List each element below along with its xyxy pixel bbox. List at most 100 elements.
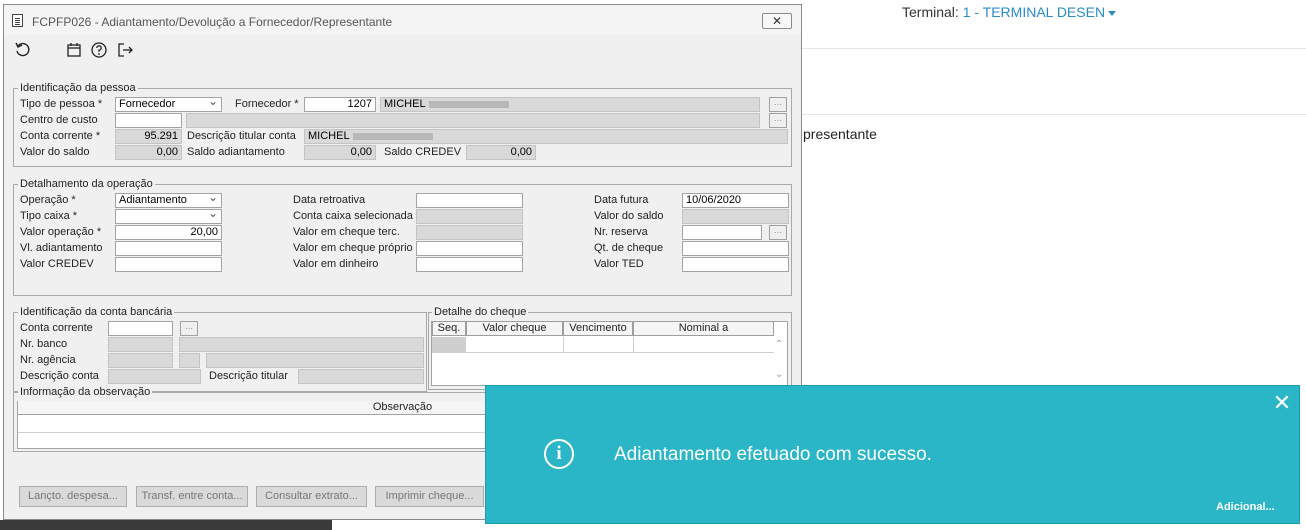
dinheiro-label: Valor em dinheiro <box>293 258 379 270</box>
fornecedor-label: Fornecedor * <box>235 98 299 110</box>
cheque-proprio-input[interactable] <box>416 241 523 256</box>
column-header[interactable]: Vencimento <box>563 321 633 336</box>
lookup-centro-custo-button[interactable]: ··· <box>769 113 787 128</box>
conta-caixa-field <box>416 209 523 224</box>
scroll-up-icon[interactable]: ⌃ <box>775 339 783 350</box>
operacao-select[interactable]: Adiantamento <box>115 193 222 208</box>
valor-operacao-input[interactable]: 20,00 <box>115 225 222 240</box>
cb-desc-titular-label: Descrição titular <box>209 370 288 382</box>
centro-custo-desc-field <box>186 113 760 128</box>
valor-saldo-label: Valor do saldo <box>20 146 90 158</box>
scroll-down-icon[interactable]: ⌄ <box>775 369 783 380</box>
terminal-selector[interactable]: Terminal: 1 - TERMINAL DESEN <box>902 4 1117 20</box>
saldo-credev-label: Saldo CREDEV <box>384 146 462 158</box>
agencia-dv-field <box>179 353 200 368</box>
tipo-caixa-select[interactable] <box>115 209 222 224</box>
valor-operacao-label: Valor operação * <box>20 226 102 238</box>
nr-banco-field <box>108 337 173 352</box>
document-icon <box>12 14 23 27</box>
toast-message: Adiantamento efetuado com sucesso. <box>614 444 932 465</box>
valor-ted-label: Valor TED <box>594 258 644 270</box>
exit-icon[interactable] <box>116 41 134 59</box>
banco-nome-field <box>179 337 424 352</box>
fornecedor-code-input[interactable]: 1207 <box>304 97 376 112</box>
data-retroativa-label: Data retroativa <box>293 194 366 206</box>
cheque-terc-label: Valor em cheque terc. <box>293 226 400 238</box>
cheque-proprio-label: Valor em cheque próprio <box>293 242 413 254</box>
imprimir-cheque-button[interactable]: Imprimir cheque... <box>375 486 484 507</box>
lookup-reserva-button[interactable]: ··· <box>769 225 787 240</box>
valor-credev-label: Valor CREDEV <box>20 258 94 270</box>
qt-cheque-input[interactable] <box>682 241 789 256</box>
desc-titular-value: MICHEL <box>308 130 350 142</box>
lookup-fornecedor-button[interactable]: ··· <box>769 97 787 112</box>
lookup-conta-button[interactable]: ··· <box>180 321 198 336</box>
desc-titular-label: Descrição titular conta <box>187 130 296 142</box>
nr-agencia-label: Nr. agência <box>20 354 76 366</box>
column-header[interactable]: Seq. <box>432 321 466 336</box>
group-title: Detalhe do cheque <box>432 306 529 318</box>
valor-saldo-op-field <box>682 209 789 224</box>
operacao-label: Operação * <box>20 194 76 206</box>
background-page-title: presentante <box>803 126 877 142</box>
saldo-adiantamento-label: Saldo adiantamento <box>187 146 285 158</box>
calendar-icon[interactable] <box>65 41 83 59</box>
nr-reserva-label: Nr. reserva <box>594 226 648 238</box>
tipo-pessoa-select[interactable]: Fornecedor <box>115 97 222 112</box>
caret-down-icon <box>1108 10 1117 16</box>
centro-custo-label: Centro de custo <box>20 114 98 126</box>
agencia-nome-field <box>206 353 424 368</box>
data-retroativa-input[interactable] <box>416 193 523 208</box>
terminal-label: Terminal: <box>902 4 959 20</box>
cb-conta-corrente-label: Conta corrente <box>20 322 93 334</box>
terminal-value[interactable]: 1 - TERMINAL DESEN <box>963 4 1105 20</box>
cheque-terc-field <box>416 225 523 240</box>
column-header[interactable]: Nominal a <box>633 321 774 336</box>
vl-adiantamento-label: Vl. adiantamento <box>20 242 103 254</box>
consultar-extrato-button[interactable]: Consultar extrato... <box>256 486 367 507</box>
lancto-despesa-button[interactable]: Lançto. despesa... <box>19 486 127 507</box>
nr-reserva-input[interactable] <box>682 225 762 240</box>
valor-credev-input[interactable] <box>115 257 222 272</box>
toast-details-link[interactable]: Adicional... <box>1216 501 1275 513</box>
valor-ted-input[interactable] <box>682 257 789 272</box>
redacted-text <box>352 132 433 140</box>
divider <box>802 48 1306 49</box>
window-titlebar[interactable]: FCPFP026 - Adiantamento/Devolução a Forn… <box>4 5 801 35</box>
close-icon[interactable]: ✕ <box>1270 392 1294 416</box>
divider <box>802 114 1306 115</box>
vl-adiantamento-input[interactable] <box>115 241 222 256</box>
group-title: Identificação da conta bancária <box>18 306 175 318</box>
centro-custo-input[interactable] <box>115 113 182 128</box>
table-row[interactable] <box>466 337 774 353</box>
valor-saldo-op-label: Valor do saldo <box>594 210 664 222</box>
window-title: FCPFP026 - Adiantamento/Devolução a Forn… <box>32 15 393 29</box>
tipo-caixa-label: Tipo caixa * <box>20 210 78 222</box>
desc-conta-label: Descrição conta <box>20 370 99 382</box>
cb-conta-corrente-input[interactable] <box>108 321 173 336</box>
help-icon[interactable] <box>90 41 108 59</box>
transf-entre-conta-button[interactable]: Transf. entre conta... <box>136 486 248 507</box>
saldo-credev-field: 0,00 <box>466 145 536 160</box>
info-icon: i <box>544 439 574 469</box>
qt-cheque-label: Qt. de cheque <box>594 242 664 254</box>
dinheiro-input[interactable] <box>416 257 523 272</box>
table-row-selector[interactable] <box>432 337 466 353</box>
cell-divider <box>563 337 564 353</box>
fornecedor-name: MICHEL <box>384 98 426 110</box>
group-title: Informação da observação <box>18 386 153 398</box>
conta-corrente-label: Conta corrente * <box>20 130 101 142</box>
tipo-pessoa-label: Tipo de pessoa * <box>20 98 103 110</box>
conta-caixa-label: Conta caixa selecionada <box>293 210 413 222</box>
column-header[interactable]: Valor cheque <box>466 321 563 336</box>
nr-agencia-field <box>108 353 173 368</box>
redacted-text <box>428 100 509 108</box>
group-title: Detalhamento da operação <box>18 178 155 190</box>
toast-notification: ✕ i Adiantamento efetuado com sucesso. A… <box>485 385 1300 524</box>
cell-divider <box>633 337 634 353</box>
data-futura-input[interactable]: 10/06/2020 <box>682 193 789 208</box>
conta-corrente-field: 95.291 <box>115 129 182 144</box>
close-window-button[interactable]: ✕ <box>762 13 792 29</box>
refresh-icon[interactable] <box>14 41 32 59</box>
desc-conta-field <box>108 369 201 384</box>
